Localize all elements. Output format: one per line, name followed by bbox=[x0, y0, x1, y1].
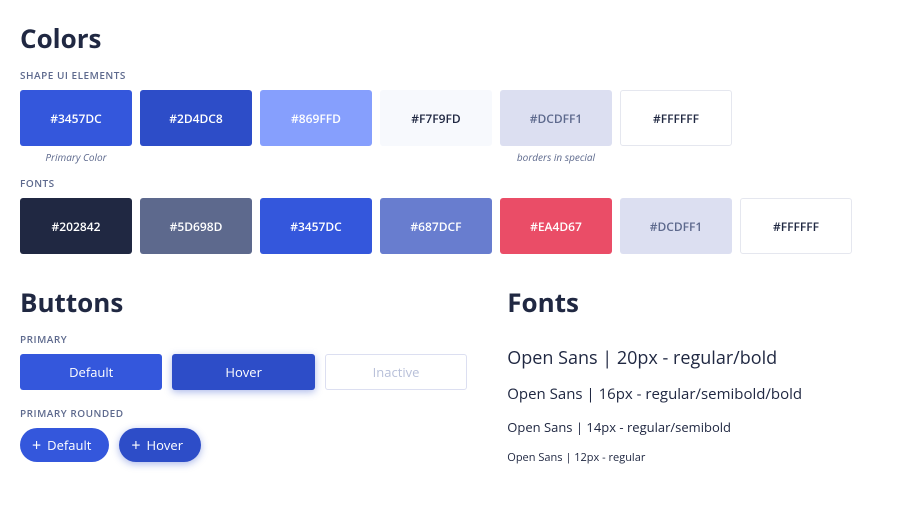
hover-button[interactable]: Hover bbox=[172, 354, 314, 390]
font-spec-20: Open Sans | 20px - regular/bold bbox=[507, 346, 880, 370]
swatch-caption bbox=[380, 150, 492, 164]
font-spec-16: Open Sans | 16px - regular/semibold/bold bbox=[507, 384, 880, 404]
primary-label: PRIMARY bbox=[20, 332, 467, 346]
colors-heading: Colors bbox=[20, 20, 880, 56]
shape-ui-label: SHAPE UI ELEMENTS bbox=[20, 68, 880, 82]
font-spec-14: Open Sans | 14px - regular/semibold bbox=[507, 418, 880, 436]
rounded-hover-label: Hover bbox=[147, 436, 184, 454]
color-swatch: #DCDFF1 bbox=[500, 90, 612, 146]
color-swatch: #3457DC bbox=[20, 90, 132, 146]
swatch-caption bbox=[140, 150, 252, 164]
color-swatch: #687DCF bbox=[380, 198, 492, 254]
color-swatch: #F7F9FD bbox=[380, 90, 492, 146]
shape-ui-caption-row: Primary Color borders in special bbox=[20, 150, 880, 164]
color-swatch: #FFFFFF bbox=[620, 90, 732, 146]
color-swatch: #5D698D bbox=[140, 198, 252, 254]
color-swatch: #869FFD bbox=[260, 90, 372, 146]
plus-icon: + bbox=[131, 437, 140, 453]
buttons-heading: Buttons bbox=[20, 284, 467, 320]
swatch-caption bbox=[260, 150, 372, 164]
font-spec-12: Open Sans | 12px - regular bbox=[507, 450, 880, 465]
inactive-button: Inactive bbox=[325, 354, 467, 390]
primary-button-row: Default Hover Inactive bbox=[20, 354, 467, 390]
rounded-default-button[interactable]: + Default bbox=[20, 428, 109, 462]
color-swatch: #DCDFF1 bbox=[620, 198, 732, 254]
color-swatch: #FFFFFF bbox=[740, 198, 852, 254]
swatch-caption: borders in special bbox=[500, 150, 612, 164]
color-swatch: #EA4D67 bbox=[500, 198, 612, 254]
primary-rounded-label: PRIMARY ROUNDED bbox=[20, 406, 467, 420]
default-button[interactable]: Default bbox=[20, 354, 162, 390]
fonts-row-label: FONTS bbox=[20, 176, 880, 190]
color-swatch: #202842 bbox=[20, 198, 132, 254]
rounded-button-row: + Default + Hover bbox=[20, 428, 467, 462]
shape-ui-swatch-row: #3457DC#2D4DC8#869FFD#F7F9FD#DCDFF1#FFFF… bbox=[20, 90, 880, 146]
color-swatch: #3457DC bbox=[260, 198, 372, 254]
swatch-caption bbox=[620, 150, 732, 164]
color-swatch: #2D4DC8 bbox=[140, 90, 252, 146]
plus-icon: + bbox=[32, 437, 41, 453]
font-colors-swatch-row: #202842#5D698D#3457DC#687DCF#EA4D67#DCDF… bbox=[20, 198, 880, 254]
rounded-hover-button[interactable]: + Hover bbox=[119, 428, 201, 462]
rounded-default-label: Default bbox=[47, 436, 91, 454]
fonts-heading: Fonts bbox=[507, 284, 880, 320]
swatch-caption: Primary Color bbox=[20, 150, 132, 164]
